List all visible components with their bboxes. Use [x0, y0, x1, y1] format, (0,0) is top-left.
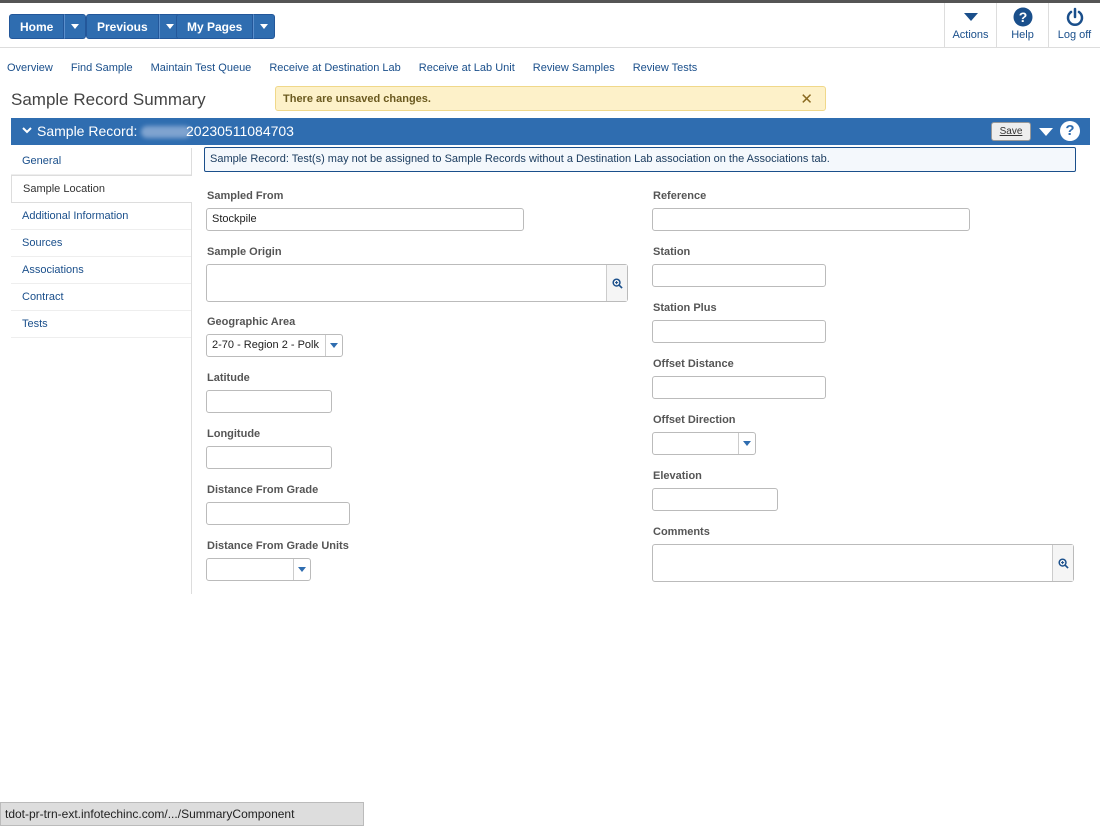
reference-field[interactable] [652, 208, 970, 231]
chevron-down-icon [165, 24, 174, 29]
geographic-area-dropdown-button[interactable] [325, 335, 342, 356]
record-number: 20230511084703 [186, 123, 294, 139]
sampled-from-label: Sampled From [207, 190, 284, 202]
previous-split-button: Previous [86, 14, 181, 39]
sample-origin-lookup-button[interactable] [606, 265, 627, 301]
unsaved-changes-banner: There are unsaved changes. ✕ [275, 86, 826, 111]
nav-link-review-tests[interactable]: Review Tests [633, 48, 698, 88]
tab-contract[interactable]: Contract [11, 284, 191, 311]
logoff-label: Log off [1057, 29, 1092, 41]
geographic-area-label: Geographic Area [207, 316, 296, 328]
zoom-icon [1057, 557, 1069, 569]
reference-label: Reference [653, 190, 707, 202]
record-label: Sample Record: [37, 123, 138, 139]
latitude-label: Latitude [207, 372, 250, 384]
side-tabs: General Sample Location Additional Infor… [11, 148, 192, 594]
tab-additional-information[interactable]: Additional Information [11, 203, 191, 230]
nav-link-receive-destination-lab[interactable]: Receive at Destination Lab [269, 48, 400, 88]
help-button[interactable]: ? Help [996, 3, 1048, 48]
browser-status-bar: tdot-pr-trn-ext.infotechinc.com/.../Summ… [0, 802, 364, 826]
chevron-down-icon [963, 13, 978, 21]
record-help-icon[interactable]: ? [1060, 121, 1080, 141]
comments-field[interactable] [652, 544, 1074, 582]
distance-from-grade-field[interactable] [206, 502, 350, 525]
chevron-down-icon [260, 24, 269, 29]
offset-direction-dropdown-button[interactable] [738, 433, 755, 454]
offset-direction-select[interactable] [652, 432, 756, 455]
offset-direction-label: Offset Direction [653, 414, 736, 426]
geographic-area-value: 2-70 - Region 2 - Polk [212, 339, 319, 351]
actions-label: Actions [952, 29, 989, 41]
home-button[interactable]: Home [9, 14, 65, 39]
tab-sources[interactable]: Sources [11, 230, 191, 257]
longitude-label: Longitude [207, 428, 261, 440]
previous-button[interactable]: Previous [86, 14, 159, 39]
distance-from-grade-units-select[interactable] [206, 558, 311, 581]
close-icon[interactable]: ✕ [800, 90, 813, 108]
nav-link-receive-lab-unit[interactable]: Receive at Lab Unit [419, 48, 515, 88]
chevron-down-icon [330, 343, 338, 348]
distance-from-grade-units-label: Distance From Grade Units [207, 540, 349, 552]
save-button[interactable]: Save [991, 122, 1031, 141]
geographic-area-select[interactable]: 2-70 - Region 2 - Polk [206, 334, 343, 357]
logoff-button[interactable]: Log off [1048, 3, 1100, 48]
nav-link-find-sample[interactable]: Find Sample [71, 48, 133, 88]
sample-record-header: Sample Record: 20230511084703 Save ? [11, 118, 1090, 145]
sample-origin-field[interactable] [206, 264, 628, 302]
record-menu-icon[interactable] [1039, 128, 1053, 136]
mypages-button[interactable]: My Pages [176, 14, 254, 39]
page-title: Sample Record Summary [11, 90, 206, 109]
distance-units-dropdown-button[interactable] [293, 559, 310, 580]
collapse-chevron-icon[interactable] [21, 124, 33, 136]
mypages-split-button: My Pages [176, 14, 276, 39]
chevron-down-icon [743, 441, 751, 446]
help-label: Help [1011, 29, 1034, 41]
nav-link-overview[interactable]: Overview [7, 48, 53, 88]
svg-text:?: ? [1018, 9, 1027, 25]
sample-origin-label: Sample Origin [207, 246, 282, 258]
elevation-field[interactable] [652, 488, 778, 511]
unsaved-changes-text: There are unsaved changes. [283, 93, 431, 105]
power-icon [1066, 7, 1083, 26]
zoom-icon [611, 277, 623, 289]
redacted-id [141, 126, 191, 138]
question-circle-icon: ? [1013, 7, 1032, 27]
latitude-field[interactable] [206, 390, 332, 413]
offset-distance-field[interactable] [652, 376, 826, 399]
home-split-button: Home [9, 14, 87, 39]
comments-label: Comments [653, 526, 710, 538]
chevron-down-icon [71, 24, 80, 29]
tab-sample-location[interactable]: Sample Location [11, 175, 192, 203]
offset-distance-label: Offset Distance [653, 358, 734, 370]
info-message-text: Sample Record: Test(s) may not be assign… [210, 153, 830, 165]
longitude-field[interactable] [206, 446, 332, 469]
distance-from-grade-label: Distance From Grade [207, 484, 319, 496]
top-bar: Home Previous My Pages Actions ? Help Lo… [0, 0, 1100, 48]
component-nav-links: Overview Find Sample Maintain Test Queue… [0, 48, 708, 88]
tab-general[interactable]: General [11, 148, 191, 175]
station-field[interactable] [652, 264, 826, 287]
tab-associations[interactable]: Associations [11, 257, 191, 284]
nav-link-review-samples[interactable]: Review Samples [533, 48, 615, 88]
elevation-label: Elevation [653, 470, 702, 482]
station-plus-label: Station Plus [653, 302, 717, 314]
tab-tests[interactable]: Tests [11, 311, 191, 338]
info-message-bar: Sample Record: Test(s) may not be assign… [204, 147, 1076, 172]
station-plus-field[interactable] [652, 320, 826, 343]
mypages-dropdown-button[interactable] [253, 14, 276, 39]
chevron-down-icon [298, 567, 306, 572]
station-label: Station [653, 246, 691, 258]
comments-zoom-button[interactable] [1052, 545, 1073, 581]
home-dropdown-button[interactable] [64, 14, 87, 39]
top-right-actions: Actions ? Help Log off [944, 3, 1100, 48]
nav-link-maintain-test-queue[interactable]: Maintain Test Queue [151, 48, 252, 88]
sampled-from-field[interactable]: Stockpile [206, 208, 524, 231]
actions-button[interactable]: Actions [944, 3, 996, 48]
